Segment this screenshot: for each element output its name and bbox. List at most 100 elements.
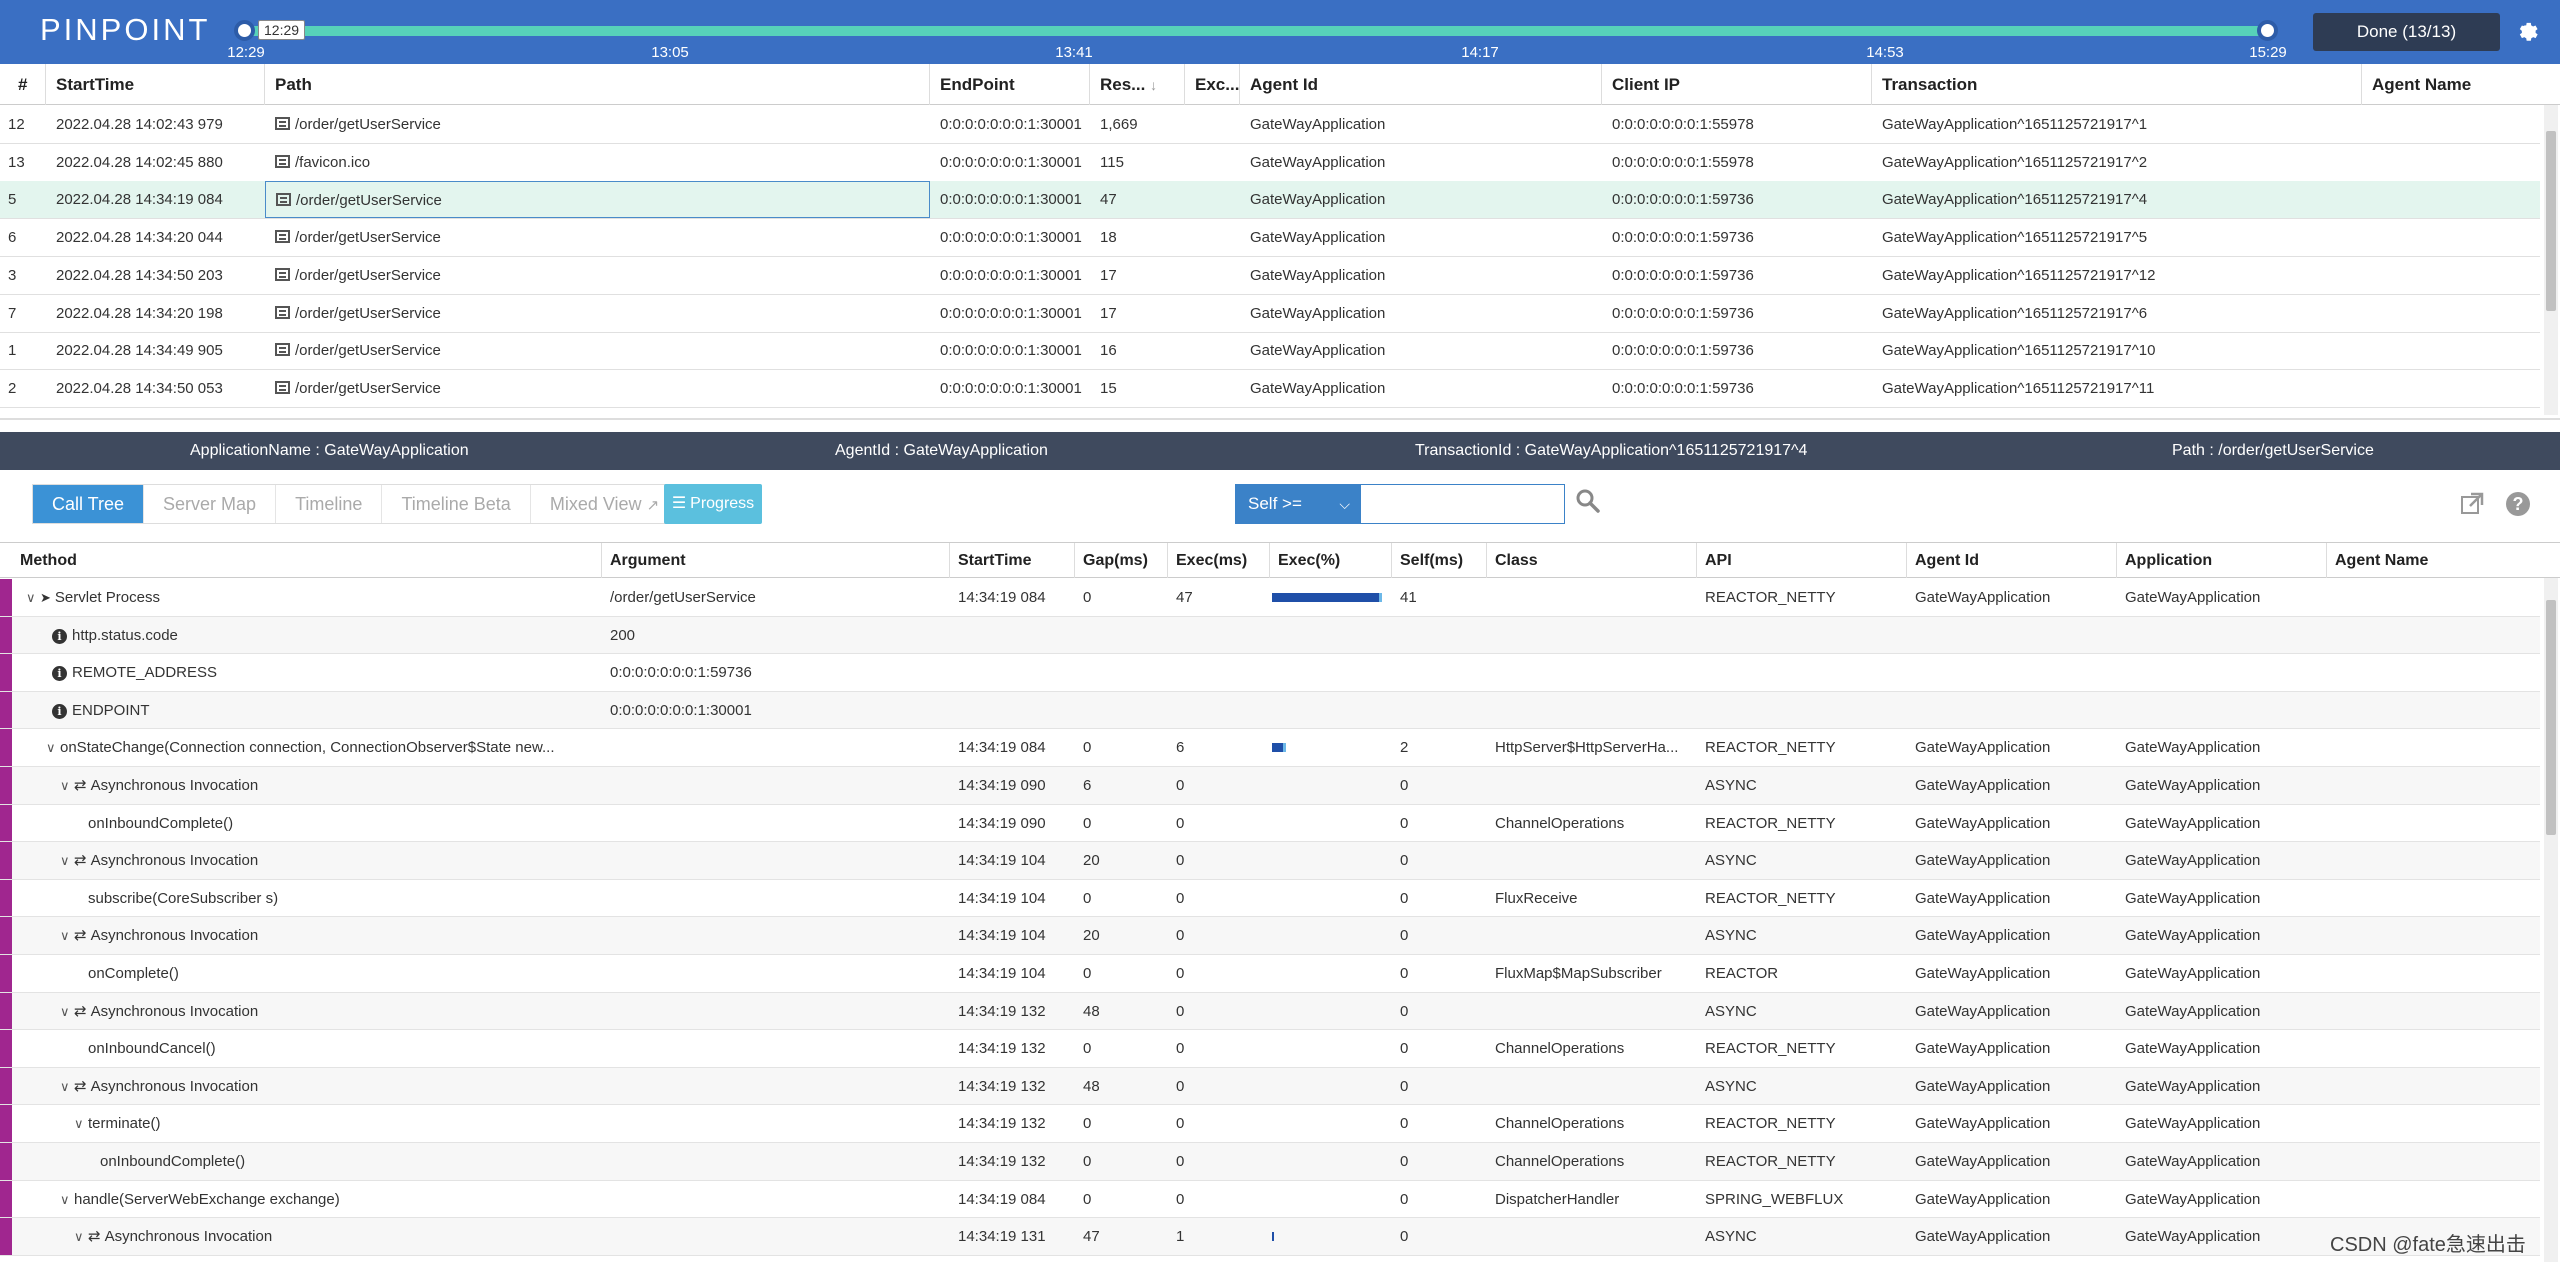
col-exec-pct[interactable]: Exec(%): [1270, 543, 1392, 578]
row-path[interactable]: /order/getUserService: [265, 295, 930, 332]
transaction-row[interactable]: 5 2022.04.28 14:34:19 084/order/getUserSe…: [0, 181, 2540, 220]
method-text: Servlet Process: [54, 589, 160, 606]
col-api[interactable]: API: [1697, 543, 1907, 578]
call-tree-row[interactable]: ∨ handle(ServerWebExchange exchange) 14:34…: [0, 1180, 2540, 1219]
self-filter-select[interactable]: Self >= ⌵: [1235, 484, 1360, 524]
tab-call-tree[interactable]: Call Tree: [33, 485, 145, 523]
row-path[interactable]: /order/getUserService: [265, 332, 930, 369]
col-client-ip[interactable]: Client IP: [1602, 64, 1872, 105]
gear-icon[interactable]: [2510, 14, 2546, 50]
help-icon[interactable]: ?: [2506, 492, 2530, 516]
async-icon: ⇄: [74, 777, 87, 794]
time-slider-end-handle[interactable]: [2257, 20, 2278, 41]
chevron-down-icon[interactable]: ∨: [74, 1105, 88, 1142]
time-slider[interactable]: 12:29 12:29 13:05 13:41 14:17 14:53 15:2…: [227, 0, 2287, 64]
col-method[interactable]: Method: [12, 543, 602, 578]
col-path[interactable]: Path: [265, 64, 930, 105]
row-path[interactable]: /order/getUserService: [265, 219, 930, 256]
col-gap[interactable]: Gap(ms): [1075, 543, 1168, 578]
time-slider-track[interactable]: [240, 26, 2270, 36]
col-agent-id[interactable]: Agent Id: [1240, 64, 1602, 105]
chevron-down-icon[interactable]: ∨: [60, 767, 74, 804]
chevron-down-icon[interactable]: ∨: [60, 1068, 74, 1105]
chevron-down-icon[interactable]: ∨: [60, 917, 74, 954]
call-tree-row[interactable]: ∨ ⇄ Asynchronous Invocation 14:34:19 104 20 0…: [0, 917, 2540, 955]
transaction-list-scrollbar[interactable]: [2544, 105, 2558, 415]
open-window-icon[interactable]: [2460, 492, 2484, 516]
col-num[interactable]: #: [0, 64, 46, 105]
done-button[interactable]: Done (13/13): [2313, 13, 2500, 51]
row-path[interactable]: /order/getUserService: [265, 181, 930, 219]
self-percent-fill: [1379, 593, 1382, 602]
call-tree-row[interactable]: i REMOTE_ADDRESS 0:0:0:0:0:0:0:1:59736: [0, 654, 2540, 692]
call-tree-row[interactable]: ∨ ⇄ Asynchronous Invocation 14:34:19 104 20 0…: [0, 842, 2540, 880]
chevron-down-icon[interactable]: ∨: [60, 842, 74, 879]
col-class[interactable]: Class: [1487, 543, 1697, 578]
row-path[interactable]: /order/getUserService: [265, 370, 930, 407]
row-argument: 0:0:0:0:0:0:0:1:30001: [610, 701, 752, 719]
call-tree-row[interactable]: i ENDPOINT 0:0:0:0:0:0:0:1:30001: [0, 691, 2540, 730]
row-path[interactable]: /order/getUserService: [265, 106, 930, 143]
col-starttime[interactable]: StartTime: [46, 64, 265, 105]
chevron-down-icon[interactable]: ∨: [26, 579, 40, 616]
call-tree-row[interactable]: onInboundComplete() 14:34:19 132 0 0 0 Channe…: [0, 1143, 2540, 1181]
row-gap: [1075, 692, 1168, 729]
row-gap: 0: [1083, 1153, 1092, 1170]
row-path[interactable]: /order/getUserService: [265, 257, 930, 294]
col-application[interactable]: Application: [2117, 543, 2327, 578]
chevron-down-icon[interactable]: ∨: [74, 1218, 88, 1255]
col-response-time[interactable]: Res... ↓: [1090, 64, 1185, 105]
self-filter-input[interactable]: [1360, 484, 1565, 524]
chevron-down-icon[interactable]: ∨: [60, 993, 74, 1030]
col-exception[interactable]: Exc...: [1185, 64, 1240, 105]
call-tree-row[interactable]: ∨ ⇄ Asynchronous Invocation 14:34:19 132 48 0…: [0, 992, 2540, 1031]
col-agent-id[interactable]: Agent Id: [1907, 543, 2117, 578]
call-tree-row[interactable]: ∨ ➤ Servlet Process/order/getUserService 14…: [0, 579, 2540, 617]
call-tree-row[interactable]: onInboundComplete() 14:34:19 090 0 0 0 Channe…: [0, 804, 2540, 843]
pinpoint-logo[interactable]: PINPOINT: [40, 12, 210, 48]
search-icon[interactable]: [1575, 488, 1605, 518]
tab-mixed-view[interactable]: Mixed View ↗: [531, 485, 678, 523]
row-path[interactable]: /favicon.ico: [265, 144, 930, 181]
row-application: GateWayApplication: [2125, 1077, 2261, 1095]
call-tree-row[interactable]: ∨ ⇄ Asynchronous Invocation 14:34:19 132 48 0…: [0, 1067, 2540, 1106]
col-endpoint[interactable]: EndPoint: [930, 64, 1090, 105]
tab-server-map[interactable]: Server Map: [144, 485, 277, 523]
transaction-row[interactable]: 2 2022.04.28 14:34:50 053/order/getUserSe…: [0, 370, 2540, 408]
transaction-row[interactable]: 1 2022.04.28 14:34:49 905/order/getUserSe…: [0, 332, 2540, 371]
col-argument[interactable]: Argument: [602, 543, 950, 578]
splitter[interactable]: [0, 418, 2560, 420]
call-tree-row[interactable]: ∨ terminate() 14:34:19 132 0 0 0 ChannelOperat…: [0, 1105, 2540, 1143]
col-starttime[interactable]: StartTime: [950, 543, 1075, 578]
progress-button-label: Progress: [690, 495, 755, 512]
call-tree-row[interactable]: subscribe(CoreSubscriber s) 14:34:19 104 0…: [0, 879, 2540, 918]
chevron-down-icon[interactable]: ∨: [46, 729, 60, 766]
row-method: ∨ onStateChange(Connection connection, Co…: [46, 729, 576, 766]
transaction-row[interactable]: 3 2022.04.28 14:34:50 203/order/getUserSe…: [0, 257, 2540, 295]
call-tree-row[interactable]: ∨ onStateChange(Connection connection, Co…: [0, 729, 2540, 767]
col-transaction[interactable]: Transaction: [1872, 64, 2362, 105]
col-exec[interactable]: Exec(ms): [1168, 543, 1270, 578]
row-api: REACTOR_NETTY: [1705, 814, 1836, 832]
call-tree-row[interactable]: onComplete() 14:34:19 104 0 0 0 FluxMap$MapSu…: [0, 955, 2540, 993]
scrollbar-thumb[interactable]: [2546, 600, 2556, 835]
tab-timeline-beta[interactable]: Timeline Beta: [382, 485, 531, 523]
call-tree-scrollbar[interactable]: [2544, 578, 2558, 1262]
depth-indicator: [0, 804, 12, 842]
transaction-row[interactable]: 6 2022.04.28 14:34:20 044/order/getUserSe…: [0, 219, 2540, 258]
progress-button[interactable]: ☰ Progress: [664, 484, 762, 524]
transaction-row[interactable]: 13 2022.04.28 14:02:45 880/favicon.ico 0:0…: [0, 144, 2540, 182]
col-agent-name[interactable]: Agent Name: [2327, 543, 2540, 578]
transaction-row[interactable]: 7 2022.04.28 14:34:20 198/order/getUserSe…: [0, 295, 2540, 333]
col-agent-name[interactable]: Agent Name: [2362, 64, 2540, 105]
transaction-row[interactable]: 12 2022.04.28 14:02:43 979/order/getUserS…: [0, 106, 2540, 144]
tab-timeline[interactable]: Timeline: [276, 485, 383, 523]
call-tree-row[interactable]: i http.status.code 200: [0, 616, 2540, 655]
call-tree-row[interactable]: onInboundCancel() 14:34:19 132 0 0 0 ChannelO…: [0, 1030, 2540, 1068]
chevron-down-icon[interactable]: ∨: [60, 1181, 74, 1218]
scrollbar-thumb[interactable]: [2546, 131, 2556, 311]
call-tree-row[interactable]: ∨ ⇄ Asynchronous Invocation 14:34:19 090 6 0 0…: [0, 767, 2540, 805]
col-self[interactable]: Self(ms): [1392, 543, 1487, 578]
time-slider-start-handle[interactable]: [234, 20, 255, 41]
call-tree-row[interactable]: ∨ ⇄ Asynchronous Invocation 14:34:19 131 47 1…: [0, 1218, 2540, 1256]
